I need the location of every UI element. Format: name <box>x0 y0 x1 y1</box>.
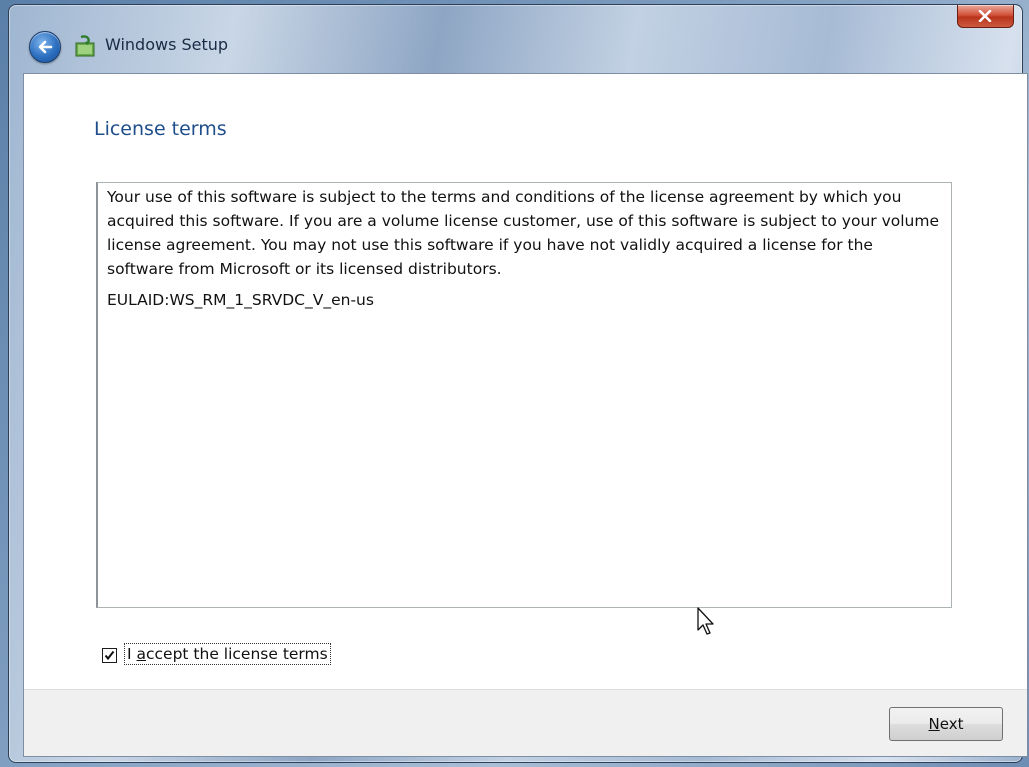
next-button[interactable]: Next <box>889 707 1003 741</box>
next-accesskey: N <box>928 715 940 733</box>
footer-bar: Next <box>24 689 1027 756</box>
window-title: Windows Setup <box>105 35 229 54</box>
eula-id: EULAID:WS_RM_1_SRVDC_V_en-us <box>107 291 374 309</box>
accept-label-prefix: I <box>127 645 137 663</box>
close-icon <box>978 10 992 22</box>
setup-content: License terms Your use of this software … <box>23 73 1028 757</box>
accept-license-checkbox[interactable] <box>102 648 117 663</box>
accept-label-rest: ccept the license terms <box>146 645 328 663</box>
mouse-cursor-icon <box>697 607 714 635</box>
close-button[interactable] <box>957 5 1014 28</box>
license-text-box[interactable]: Your use of this software is subject to … <box>96 182 952 608</box>
license-paragraph: Your use of this software is subject to … <box>107 188 939 278</box>
accept-license-label[interactable]: I accept the license terms <box>124 643 331 665</box>
next-label-rest: ext <box>939 715 964 733</box>
setup-window: Windows Setup License terms Your use of … <box>8 4 1028 763</box>
back-button[interactable] <box>29 31 61 63</box>
back-arrow-icon <box>38 40 53 54</box>
windows-setup-icon <box>73 35 97 57</box>
page-title: License terms <box>94 118 227 140</box>
checkmark-icon <box>104 650 115 661</box>
accept-label-accesskey: a <box>136 645 147 663</box>
